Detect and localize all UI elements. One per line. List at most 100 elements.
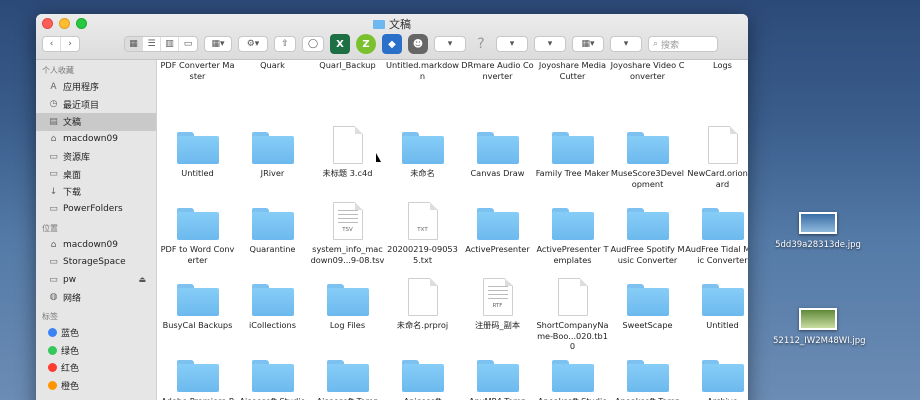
file-item[interactable]: 未标题 3.c4d (310, 126, 385, 179)
file-item[interactable]: Quarl_Backup (310, 60, 385, 71)
file-item[interactable]: Logs (685, 60, 748, 71)
sidebar-item[interactable]: 红色 (36, 359, 156, 377)
file-name: system_info_macdown09...9-08.tsv (310, 244, 385, 265)
sidebar-item-label: 网络 (63, 293, 82, 304)
file-item[interactable]: MuseScore3Development (610, 126, 685, 189)
file-item[interactable]: Family Tree Maker (535, 126, 610, 179)
file-item[interactable]: Apeaksoft Temp (610, 354, 685, 400)
file-item[interactable]: PDF Converter Master (160, 60, 235, 81)
sidebar-item[interactable]: 橙色 (36, 377, 156, 395)
folder-icon (373, 20, 385, 29)
file-item[interactable]: Untitled (685, 278, 748, 331)
file-item[interactable]: ShortCompanyName-Boo...020.tb10 (535, 278, 610, 352)
file-item[interactable]: MARKDOWNUntitled.markdown (385, 60, 460, 81)
folder-icon (476, 360, 519, 392)
file-item[interactable]: PDF to Word Converter (160, 202, 235, 265)
file-item[interactable]: NewCard.orionbcard (685, 126, 748, 189)
sidebar-item[interactable]: ▭ PowerFolders (36, 201, 156, 219)
desktop-file[interactable]: 5dd39a28313de.jpg (773, 212, 863, 251)
dropdown-1[interactable]: ▾ (434, 36, 466, 52)
share-button[interactable]: ⇧ (274, 36, 296, 52)
sidebar-item[interactable]: ▭ StorageSpace (36, 254, 156, 272)
file-item[interactable]: Aiseesoft Studio (235, 354, 310, 400)
file-item[interactable]: Archive (685, 354, 748, 400)
file-item[interactable]: Quarantine (235, 202, 310, 255)
sidebar-item[interactable]: 蓝色 (36, 324, 156, 342)
sidebar-item[interactable]: ▭ 资源库 (36, 148, 156, 166)
file-item[interactable]: ActivePresenter (460, 202, 535, 255)
help-icon[interactable]: ? (472, 36, 490, 52)
column-view-button[interactable]: ▥ (161, 37, 179, 51)
sidebar-item[interactable]: A 应用程序 (36, 78, 156, 96)
app-icon[interactable]: ◆ (382, 34, 402, 54)
file-item[interactable]: JRiver (235, 126, 310, 179)
folder-icon (626, 132, 669, 164)
eject-icon[interactable]: ⏏ (138, 275, 146, 284)
file-item[interactable]: 未命名 (385, 126, 460, 179)
dropdown-2[interactable]: ▾ (496, 36, 528, 52)
file-item[interactable]: AudFree Spotify Music Converter (610, 202, 685, 265)
zip-app-icon[interactable]: Z (356, 34, 376, 54)
view-switcher: ▦ ☰ ▥ ▭ (124, 36, 198, 52)
icon-view-button[interactable]: ▦ (125, 37, 143, 51)
sidebar-item-label: 绿色 (61, 346, 80, 357)
gallery-view-button[interactable]: ▭ (179, 37, 197, 51)
file-item[interactable]: Log Files (310, 278, 385, 331)
file-item[interactable]: Quark (235, 60, 310, 71)
sidebar-item[interactable]: ⌂ macdown09 (36, 131, 156, 149)
list-view-button[interactable]: ☰ (143, 37, 161, 51)
folder-icon (251, 284, 294, 316)
file-item[interactable]: AnyMP4 Temp (460, 354, 535, 400)
sidebar-item[interactable]: ◍ 网络 (36, 289, 156, 307)
file-item[interactable]: TXT 20200219-090535.txt (385, 202, 460, 265)
sidebar-item[interactable]: ▭ pw ⏏ (36, 271, 156, 289)
folder-icon (551, 360, 594, 392)
forward-button[interactable]: › (61, 37, 79, 51)
file-item[interactable]: Canvas Draw (460, 126, 535, 179)
sidebar-item-label: macdown09 (63, 239, 118, 250)
desktop-file[interactable]: 52112_IW2M48WI.jpg (773, 308, 866, 347)
dropdown-4[interactable]: ▦▾ (572, 36, 604, 52)
file-item[interactable]: Aiseesoft Temp (310, 354, 385, 400)
file-item[interactable]: ActivePresenter Templates (535, 202, 610, 265)
sidebar-item[interactable]: ◷ 最近项目 (36, 96, 156, 114)
file-item[interactable]: Anicesoft (385, 354, 460, 400)
sidebar-item[interactable]: ↓ 下载 (36, 183, 156, 201)
sidebar-item[interactable]: 绿色 (36, 342, 156, 360)
group-button[interactable]: ▦▾ (204, 36, 232, 52)
file-item[interactable]: Apeaksoft Studio (535, 354, 610, 400)
file-item[interactable]: Joyoshare Video Converter (610, 60, 685, 81)
tag-button[interactable]: ◯ (302, 36, 324, 52)
file-name: Anicesoft (385, 396, 460, 400)
file-name: Untitled.markdown (386, 60, 459, 81)
file-item[interactable]: DRmare Audio Converter (460, 60, 535, 81)
file-item[interactable]: Adobe Premiere Pro Auto-Save (160, 354, 235, 400)
folder-icon (701, 284, 744, 316)
file-item[interactable]: AudFree Tidal Music Converter (685, 202, 748, 265)
dropdown-3[interactable]: ▾ (534, 36, 566, 52)
action-gear-button[interactable]: ⚙▾ (238, 36, 268, 52)
file-item[interactable]: Joyoshare Media Cutter (535, 60, 610, 81)
document-icon: TXT (407, 202, 438, 240)
file-name: PDF Converter Master (160, 60, 235, 81)
desktop-file-name: 5dd39a28313de.jpg (775, 240, 861, 250)
file-name: Family Tree Maker (535, 168, 610, 178)
folder-icon (626, 360, 669, 392)
file-item[interactable]: iCollections (235, 278, 310, 331)
sidebar-item-icon: ↓ (49, 186, 58, 197)
file-item[interactable]: SweetScape (610, 278, 685, 331)
search-field[interactable]: ⌕ 搜索 (648, 36, 718, 52)
dropdown-5[interactable]: ▾ (610, 36, 642, 52)
sidebar-item[interactable]: ▭ 桌面 (36, 166, 156, 184)
file-item[interactable]: 未命名.prproj (385, 278, 460, 331)
back-button[interactable]: ‹ (43, 37, 61, 51)
sidebar-item[interactable]: ⌂ macdown09 (36, 236, 156, 254)
sidebar-item[interactable]: ▤ 文稿 (36, 113, 156, 131)
file-item[interactable]: RTF 注册码_副本 (460, 278, 535, 331)
file-item[interactable]: Untitled (160, 126, 235, 179)
file-item[interactable]: TSV system_info_macdown09...9-08.tsv (310, 202, 385, 265)
excel-icon[interactable]: X (330, 34, 350, 54)
robot-app-icon[interactable]: ☻ (408, 34, 428, 54)
file-name: Apeaksoft Studio (535, 396, 610, 400)
file-item[interactable]: BusyCal Backups (160, 278, 235, 331)
